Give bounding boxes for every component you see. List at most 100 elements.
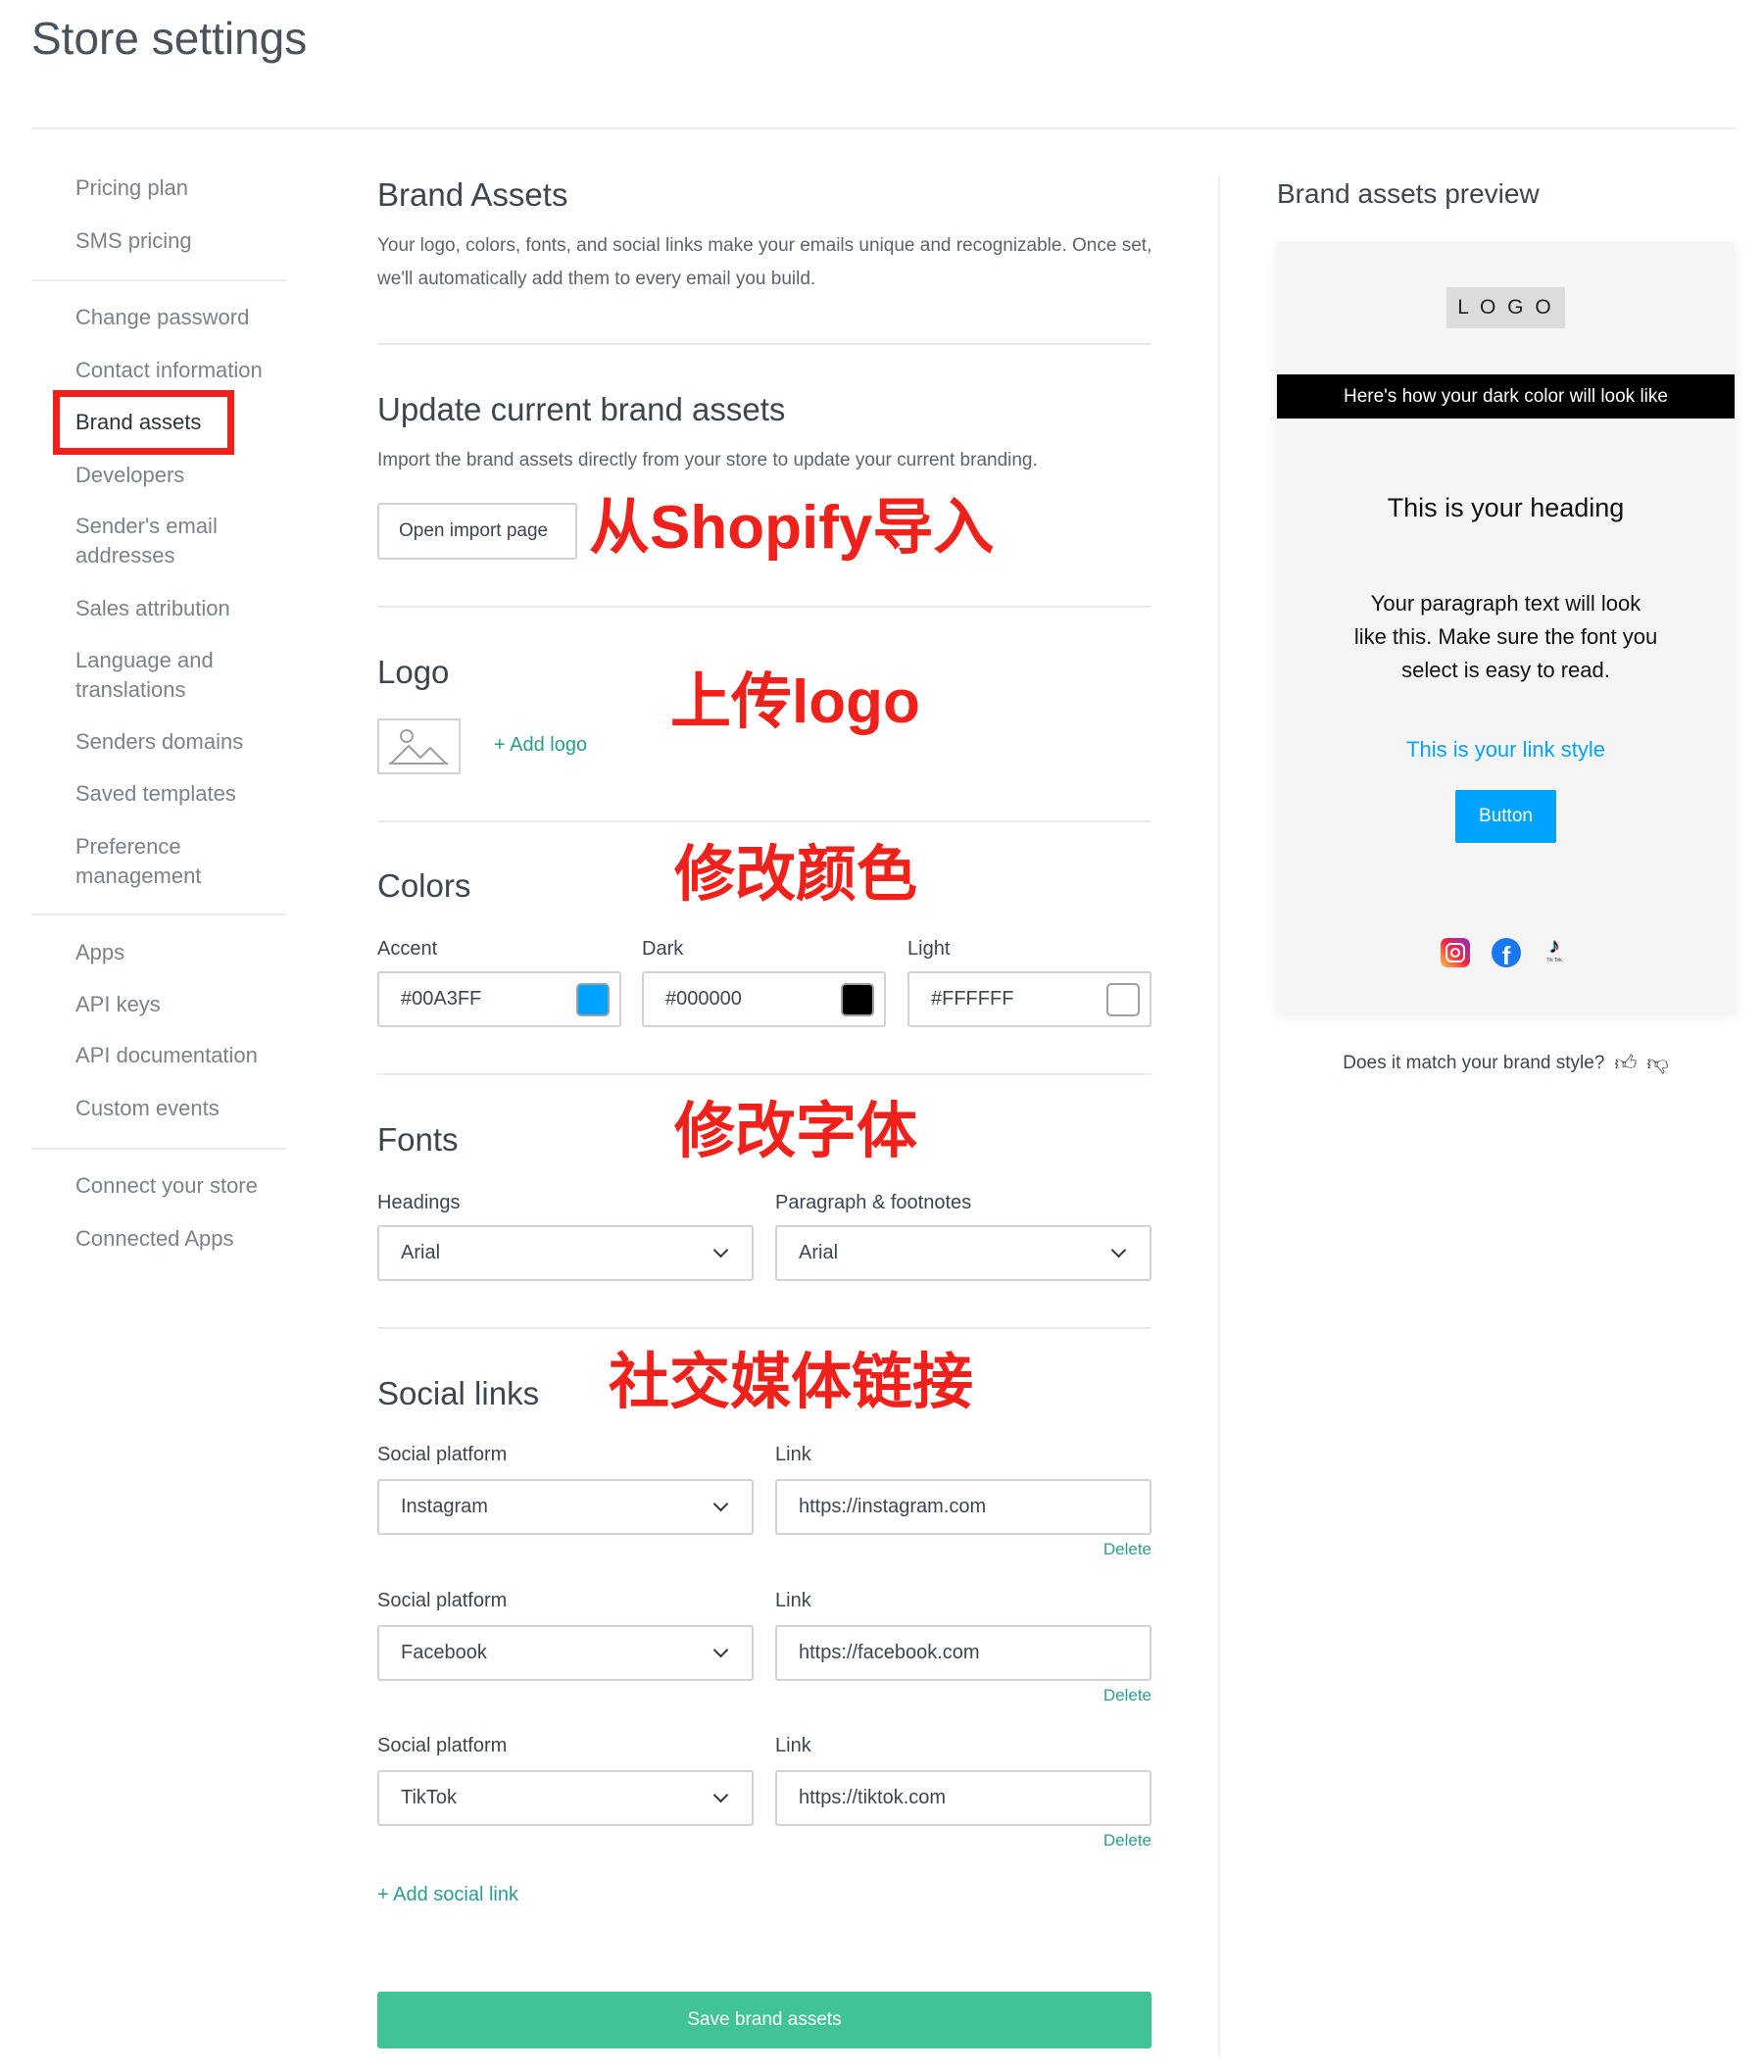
- sidebar-item[interactable]: API documentation: [75, 1041, 271, 1070]
- page-title: Store settings: [31, 13, 308, 64]
- social-platform-label: Social platform: [377, 1590, 508, 1611]
- sidebar-divider: [31, 913, 286, 915]
- preview-link[interactable]: This is your link style: [1277, 737, 1735, 763]
- sidebar-item[interactable]: Pricing plan: [75, 173, 271, 203]
- color-label: Accent: [377, 938, 438, 960]
- colors-title: Colors: [377, 867, 471, 904]
- social-platform-select[interactable]: TikTok: [377, 1770, 754, 1826]
- divider: [377, 1073, 1152, 1075]
- annotation-social: 社交媒体链接: [609, 1349, 974, 1416]
- color-input[interactable]: #00A3FF: [377, 971, 621, 1027]
- feedback-question: Does it match your brand style?: [1343, 1052, 1605, 1073]
- update-title: Update current brand assets: [377, 391, 786, 427]
- social-link-input[interactable]: https://tiktok.com: [775, 1770, 1152, 1826]
- tiktok-caption: Tik Tok: [1546, 958, 1562, 963]
- color-value: #000000: [665, 988, 742, 1010]
- preview-card: L O G O Here's how your dark color will …: [1277, 242, 1735, 1012]
- color-value: #00A3FF: [401, 988, 482, 1010]
- sidebar-item[interactable]: Connected Apps: [75, 1224, 271, 1254]
- chevron-down-icon: [1110, 1242, 1127, 1258]
- headings-label: Headings: [377, 1192, 461, 1213]
- divider: [377, 1327, 1152, 1329]
- social-platform-select[interactable]: Instagram: [377, 1479, 754, 1535]
- brand-assets-description: Your logo, colors, fonts, and social lin…: [377, 235, 1152, 289]
- logo-placeholder-image-icon[interactable]: [377, 718, 461, 774]
- color-swatch[interactable]: [1106, 983, 1140, 1016]
- annotation-logo: 上传logo: [670, 668, 920, 736]
- divider: [377, 343, 1152, 345]
- thumbs-down-icon[interactable]: 👎︎: [1646, 1050, 1668, 1076]
- color-swatch[interactable]: [841, 983, 874, 1016]
- sidebar-item[interactable]: Apps: [75, 938, 271, 967]
- platform-value: Facebook: [401, 1642, 487, 1663]
- color-label: Dark: [642, 938, 684, 960]
- sidebar-item[interactable]: Change password: [75, 303, 271, 332]
- column-divider: [1218, 174, 1220, 2056]
- delete-link[interactable]: Delete: [956, 1831, 1152, 1850]
- logo-title: Logo: [377, 654, 450, 690]
- sidebar-item[interactable]: Developers: [75, 461, 271, 490]
- preview-paragraph: Your paragraph text will look like this.…: [1353, 591, 1658, 682]
- preview-dark-band: Here's how your dark color will look lik…: [1277, 374, 1735, 419]
- sidebar-item[interactable]: Saved templates: [75, 779, 271, 809]
- link-label: Link: [775, 1590, 811, 1611]
- preview-title: Brand assets preview: [1277, 178, 1540, 209]
- sidebar-item[interactable]: Sender's email addresses: [75, 512, 271, 570]
- social-platform-label: Social platform: [377, 1444, 508, 1465]
- link-label: Link: [775, 1735, 811, 1756]
- delete-link[interactable]: Delete: [956, 1540, 1152, 1559]
- link-label: Link: [775, 1444, 811, 1465]
- color-input[interactable]: #FFFFFF: [907, 971, 1152, 1027]
- brand-assets-title: Brand Assets: [377, 176, 568, 213]
- annotation-import: 从Shopify导入: [589, 494, 995, 562]
- social-link-input[interactable]: https://facebook.com: [775, 1625, 1152, 1681]
- sidebar-item[interactable]: Brand assets: [75, 408, 271, 437]
- sidebar-item[interactable]: Contact information: [75, 356, 271, 385]
- color-input[interactable]: #000000: [642, 971, 886, 1027]
- sidebar-item[interactable]: SMS pricing: [75, 226, 271, 256]
- chevron-down-icon: [712, 1242, 729, 1258]
- save-brand-assets-button[interactable]: Save brand assets: [377, 1992, 1152, 2048]
- color-swatch[interactable]: [576, 983, 610, 1016]
- link-value: https://facebook.com: [799, 1642, 980, 1663]
- instagram-icon[interactable]: [1441, 938, 1470, 967]
- preview-logo: L O G O: [1446, 287, 1565, 328]
- annotation-fonts: 修改字体: [674, 1098, 918, 1165]
- sidebar-item[interactable]: Language and translations: [75, 646, 271, 705]
- tiktok-icon[interactable]: ♪ Tik Tok: [1540, 934, 1569, 964]
- platform-value: Instagram: [401, 1496, 488, 1517]
- platform-value: TikTok: [401, 1787, 458, 1808]
- preview-button[interactable]: Button: [1455, 790, 1556, 843]
- header-divider: [31, 127, 1735, 129]
- add-social-link[interactable]: + Add social link: [377, 1884, 518, 1906]
- facebook-icon[interactable]: f: [1492, 938, 1521, 967]
- headings-font-value: Arial: [401, 1242, 441, 1263]
- social-links-title: Social links: [377, 1375, 540, 1411]
- link-value: https://tiktok.com: [799, 1787, 947, 1808]
- paragraph-font-value: Arial: [799, 1242, 839, 1263]
- social-link-input[interactable]: https://instagram.com: [775, 1479, 1152, 1535]
- sidebar-item[interactable]: Connect your store: [75, 1171, 271, 1201]
- paragraph-font-select[interactable]: Arial: [775, 1225, 1152, 1281]
- sidebar-item[interactable]: Preference management: [75, 832, 271, 891]
- headings-font-select[interactable]: Arial: [377, 1225, 754, 1281]
- sidebar-item[interactable]: Custom events: [75, 1094, 271, 1123]
- social-platform-label: Social platform: [377, 1735, 508, 1756]
- annotation-colors: 修改颜色: [674, 841, 918, 909]
- sidebar-item[interactable]: Senders domains: [75, 727, 271, 757]
- divider: [377, 606, 1152, 608]
- sidebar-item[interactable]: Sales attribution: [75, 594, 271, 623]
- open-import-page-button[interactable]: Open import page: [377, 503, 577, 560]
- add-logo-link[interactable]: + Add logo: [494, 734, 587, 757]
- chevron-down-icon: [712, 1787, 729, 1803]
- chevron-down-icon: [712, 1496, 729, 1512]
- link-value: https://instagram.com: [799, 1496, 987, 1517]
- sidebar-item[interactable]: API keys: [75, 990, 271, 1019]
- sidebar-divider: [31, 1148, 286, 1150]
- thumbs-up-icon[interactable]: 👍︎: [1614, 1050, 1637, 1076]
- update-description: Import the brand assets directly from yo…: [377, 450, 1038, 470]
- preview-heading: This is your heading: [1387, 493, 1625, 522]
- delete-link[interactable]: Delete: [956, 1686, 1152, 1705]
- social-platform-select[interactable]: Facebook: [377, 1625, 754, 1681]
- color-value: #FFFFFF: [931, 988, 1014, 1010]
